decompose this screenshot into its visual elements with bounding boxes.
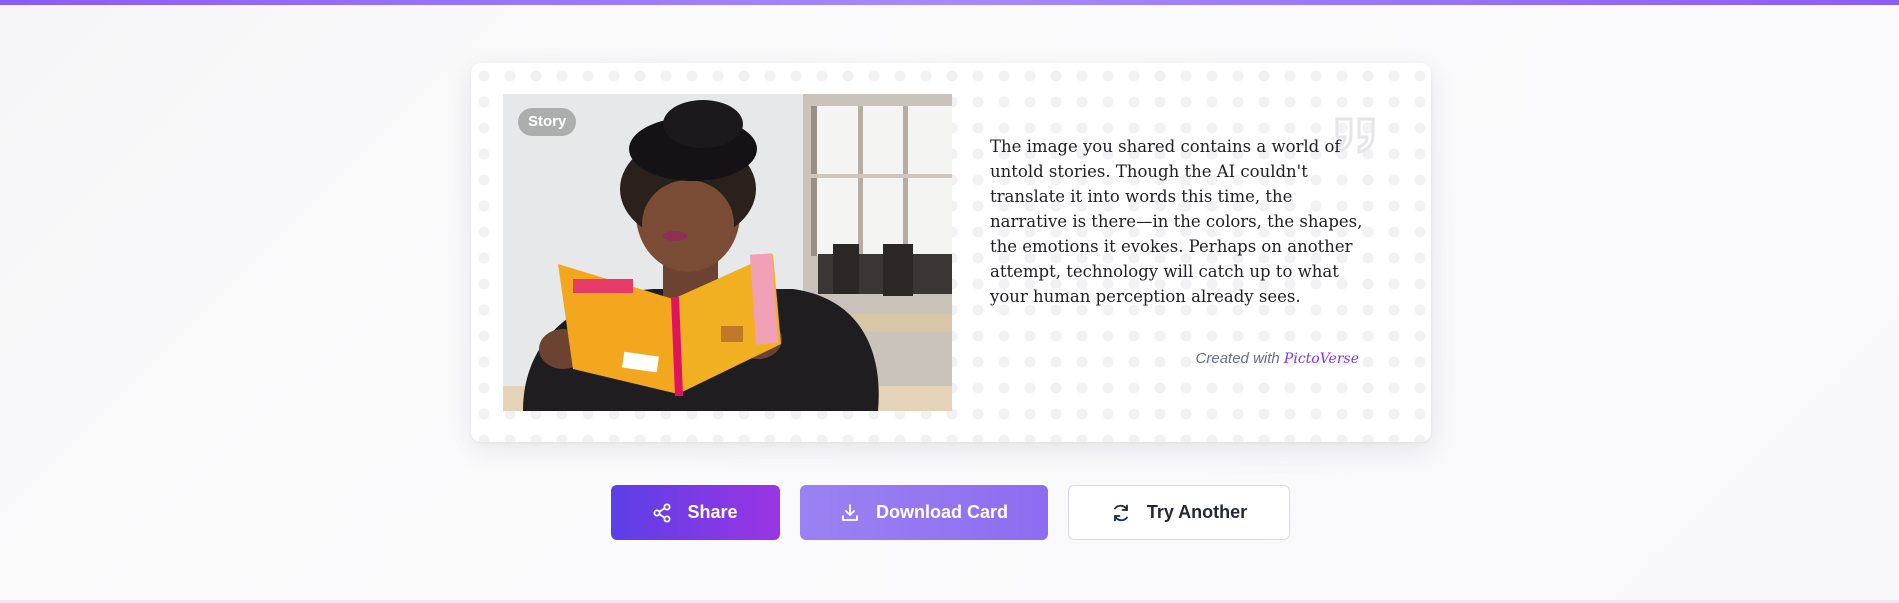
share-label: Share: [687, 502, 738, 522]
try-another-label: Try Another: [1146, 502, 1248, 522]
download-card-button[interactable]: Download Card: [800, 485, 1048, 540]
story-badge: Story: [518, 108, 577, 136]
share-button[interactable]: Share: [611, 485, 780, 540]
download-label: Download Card: [875, 502, 1008, 522]
story-text: The image you shared contains a world of…: [990, 137, 1363, 306]
photo-illustration: [503, 94, 952, 411]
credit-prefix: Created with: [1195, 350, 1280, 367]
story-photo: Story: [503, 94, 952, 411]
top-accent-bar: [0, 0, 1899, 5]
try-another-button[interactable]: Try Another: [1068, 485, 1290, 540]
brand-link[interactable]: PictoVerse: [1284, 351, 1359, 367]
share-icon: [653, 503, 671, 522]
credit-line: Created with PictoVerse: [1196, 350, 1359, 367]
refresh-icon: [1113, 504, 1128, 521]
story-card: Story The image you shared contains a wo…: [471, 63, 1431, 442]
download-icon: [842, 503, 858, 521]
